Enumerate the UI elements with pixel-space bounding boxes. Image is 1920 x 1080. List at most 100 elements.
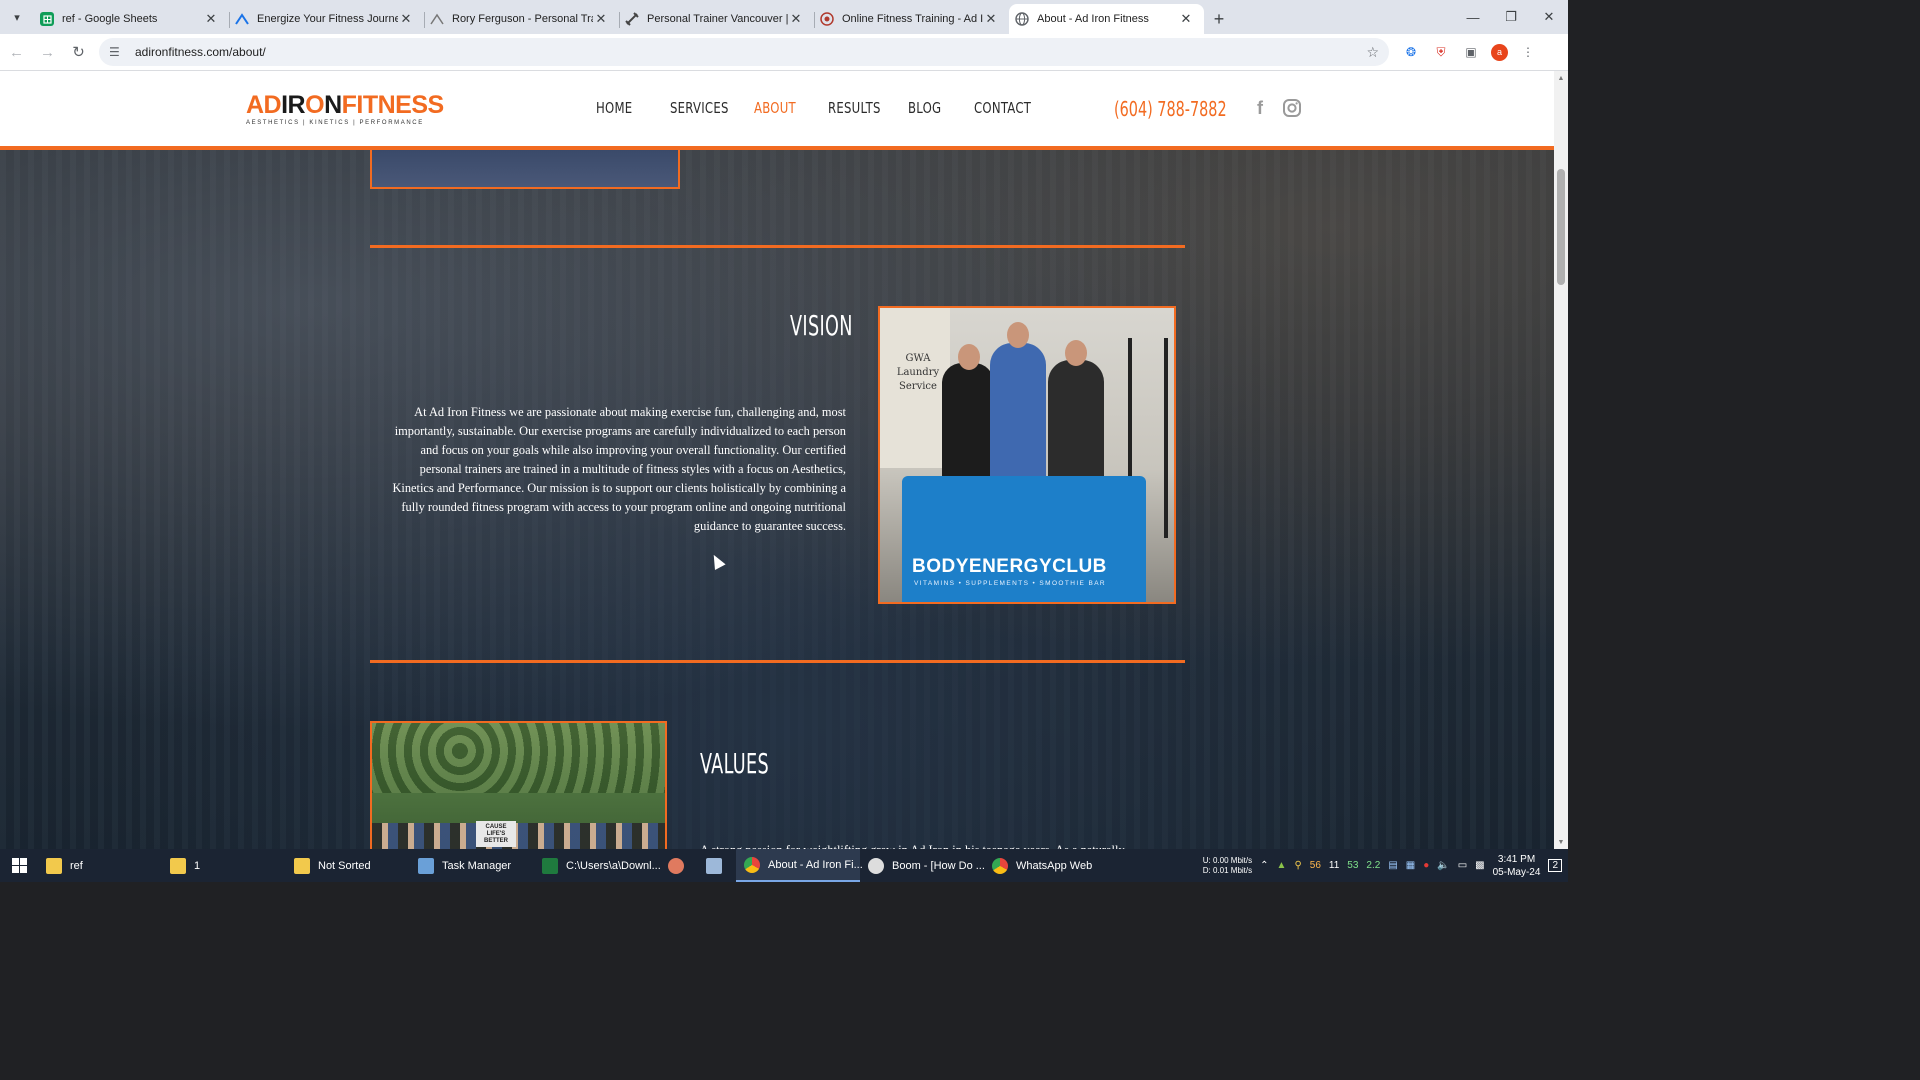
- clock-date: 05-May-24: [1492, 866, 1541, 878]
- tab-0[interactable]: ref - Google Sheets ✕: [34, 4, 229, 34]
- photo-head: [1065, 340, 1087, 366]
- bookmark-star-icon[interactable]: ☆: [1366, 44, 1379, 61]
- windows-start-icon[interactable]: [0, 849, 38, 882]
- tab-title: Online Fitness Training - Ad Iro: [842, 13, 983, 25]
- taskbar-item-label: 1: [194, 859, 201, 872]
- taskbar-item-notepad[interactable]: [698, 849, 736, 882]
- tab-close-icon[interactable]: ✕: [398, 11, 414, 27]
- taskbar-item-not-sorted[interactable]: Not Sorted: [286, 849, 410, 882]
- taskbar-item-task-manager[interactable]: Task Manager: [410, 849, 534, 882]
- battery-icon[interactable]: ▭: [1458, 860, 1467, 871]
- windows-taskbar: ref 1 Not Sorted Task Manager C:\Users\a…: [0, 849, 1568, 882]
- notification-count: 2: [1552, 860, 1558, 871]
- mountain-logo-icon: [430, 12, 444, 26]
- scroll-down-icon[interactable]: ▼: [1554, 835, 1568, 849]
- globe-icon: [820, 12, 834, 26]
- photo-head: [1007, 322, 1029, 348]
- url-text[interactable]: adironfitness.com/about/: [135, 45, 1366, 59]
- tab-close-icon[interactable]: ✕: [788, 11, 804, 27]
- nav-results[interactable]: RESULTS: [828, 99, 880, 117]
- tab-title: Rory Ferguson - Personal Traini: [452, 13, 593, 25]
- app-icon: [668, 857, 684, 874]
- taskbar-item-label: C:\Users\a\Downl...: [566, 859, 661, 872]
- tab-1[interactable]: Energize Your Fitness Journey w ✕: [229, 4, 424, 34]
- new-tab-button[interactable]: +: [1204, 4, 1234, 34]
- system-clock[interactable]: 3:41 PM 05-May-24: [1493, 853, 1541, 879]
- vision-body-text: At Ad Iron Fitness we are passionate abo…: [392, 405, 846, 533]
- values-photo: CAUSE LIFE'S BETTER: [370, 721, 667, 849]
- folder-icon: [170, 857, 186, 874]
- tab-search-chevron-icon[interactable]: ▾: [0, 0, 34, 34]
- minimize-icon[interactable]: —: [1454, 0, 1492, 34]
- logo-tagline: AESTHETICS | KINETICS | PERFORMANCE: [246, 120, 424, 126]
- tray-search-icon[interactable]: ⚲: [1294, 860, 1301, 871]
- nav-home[interactable]: HOME: [596, 99, 635, 117]
- tray-calendar-icon[interactable]: ▦: [1406, 860, 1415, 871]
- restore-icon[interactable]: ❐: [1492, 0, 1530, 34]
- chrome-icon: [744, 856, 760, 873]
- taskbar-item-boom[interactable]: Boom - [How Do ...: [860, 849, 985, 882]
- tab-5-active[interactable]: About - Ad Iron Fitness ✕: [1009, 4, 1204, 34]
- nav-about[interactable]: ABOUT: [754, 99, 796, 117]
- site-header: ADIRONFITNESS AESTHETICS | KINETICS | PE…: [0, 71, 1554, 150]
- reload-icon[interactable]: ↻: [64, 38, 93, 67]
- taskbar-item-app[interactable]: [660, 849, 698, 882]
- nav-services[interactable]: SERVICES: [670, 99, 728, 117]
- page-scrollbar[interactable]: ▲ ▼: [1554, 71, 1568, 849]
- photo-trees: [372, 723, 665, 793]
- instagram-icon[interactable]: [1282, 97, 1302, 119]
- mouse-cursor-icon: [708, 552, 726, 570]
- globe-icon: [1015, 12, 1029, 26]
- puzzle-extensions-icon[interactable]: ▣: [1461, 42, 1481, 62]
- taskbar-item-chrome-about[interactable]: About - Ad Iron Fi...: [736, 849, 863, 882]
- scroll-up-icon[interactable]: ▲: [1554, 71, 1568, 85]
- network-speed-meter: U: 0.00 Mbit/s D: 0.01 Mbit/s: [1202, 855, 1253, 875]
- tab-close-icon[interactable]: ✕: [593, 11, 609, 27]
- social-links: f: [1250, 97, 1302, 119]
- task-manager-icon: [418, 857, 434, 874]
- folder-icon: [294, 857, 310, 874]
- tab-close-icon[interactable]: ✕: [983, 11, 999, 27]
- chrome-icon: [992, 857, 1008, 874]
- taskbar-item-ref[interactable]: ref: [38, 849, 162, 882]
- tray-chevron-icon[interactable]: ⌃: [1260, 860, 1268, 871]
- volume-icon[interactable]: 🔈: [1437, 860, 1449, 871]
- shield-extension-icon[interactable]: ⛨: [1431, 42, 1451, 62]
- kebab-menu-icon[interactable]: ⋮: [1518, 42, 1538, 62]
- nav-contact[interactable]: CONTACT: [974, 99, 1031, 117]
- browser-toolbar: ← → ↻ ☰ adironfitness.com/about/ ☆ ❂ ⛨ ▣…: [0, 34, 1568, 71]
- tray-antivirus-icon[interactable]: ●: [1423, 860, 1429, 871]
- photo-head: [958, 344, 980, 370]
- phone-number-link[interactable]: (604) 788-7882: [1114, 97, 1227, 121]
- profile-avatar[interactable]: a: [1491, 43, 1508, 61]
- dumbbell-icon: [625, 12, 639, 26]
- site-info-icon[interactable]: ☰: [109, 45, 125, 59]
- close-window-icon[interactable]: ✕: [1530, 0, 1568, 34]
- facebook-icon[interactable]: f: [1250, 97, 1270, 119]
- network-icon[interactable]: ▩: [1475, 860, 1484, 871]
- taskbar-item-whatsapp[interactable]: WhatsApp Web: [984, 849, 1108, 882]
- nav-blog[interactable]: BLOG: [908, 99, 941, 117]
- notepad-icon: [706, 857, 722, 874]
- scrollbar-thumb[interactable]: [1557, 169, 1565, 285]
- tray-monitor-icon[interactable]: ▤: [1388, 860, 1397, 871]
- tab-title: About - Ad Iron Fitness: [1037, 13, 1149, 25]
- address-bar[interactable]: ☰ adironfitness.com/about/ ☆: [99, 38, 1389, 66]
- forward-arrow-icon[interactable]: →: [33, 38, 62, 67]
- taskbar-item-excel[interactable]: C:\Users\a\Downl...: [534, 849, 661, 882]
- tab-2[interactable]: Rory Ferguson - Personal Traini ✕: [424, 4, 619, 34]
- photo-person: [1048, 360, 1104, 480]
- tray-app-icon[interactable]: ▲: [1277, 860, 1287, 871]
- tab-close-icon[interactable]: ✕: [203, 11, 219, 27]
- taskbar-item-1[interactable]: 1: [162, 849, 286, 882]
- page-viewport: VISION At Ad Iron Fitness we are passion…: [0, 71, 1568, 849]
- extension-icon[interactable]: ❂: [1401, 42, 1421, 62]
- tab-close-icon[interactable]: ✕: [1178, 11, 1194, 27]
- notification-center-icon[interactable]: 2: [1548, 859, 1562, 872]
- clock-time: 3:41 PM: [1497, 853, 1536, 865]
- sheets-icon: [40, 12, 54, 26]
- back-arrow-icon[interactable]: ←: [2, 38, 31, 67]
- ad-iron-fitness-logo[interactable]: ADIRONFITNESS AESTHETICS | KINETICS | PE…: [246, 93, 444, 127]
- tab-4[interactable]: Online Fitness Training - Ad Iro ✕: [814, 4, 1009, 34]
- tab-3[interactable]: Personal Trainer Vancouver | We ✕: [619, 4, 814, 34]
